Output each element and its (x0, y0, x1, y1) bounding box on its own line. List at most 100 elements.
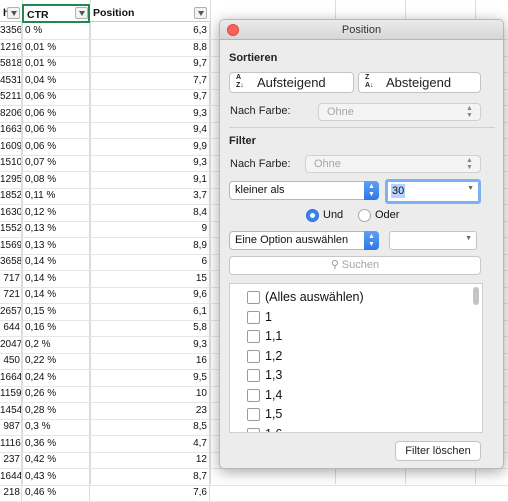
cell-position[interactable]: 9,3 (90, 155, 210, 171)
cell-position[interactable]: 9,9 (90, 138, 210, 155)
cell-a[interactable]: 1116 (0, 435, 22, 452)
list-item[interactable]: 1,5 (230, 404, 470, 424)
column-header-ctr[interactable]: CTR (22, 4, 90, 23)
cell-a[interactable]: 1552 (0, 221, 22, 237)
cell-ctr[interactable]: 0,14 % (22, 287, 90, 303)
sort-ascending-button[interactable]: A Z↓ Aufsteigend (229, 72, 354, 93)
cell-a[interactable]: 1510 (0, 155, 22, 171)
cell-ctr[interactable]: 0,06 % (22, 105, 90, 122)
cell-ctr[interactable]: 0,16 % (22, 320, 90, 336)
cell-ctr[interactable]: 0 % (22, 23, 90, 39)
cell-a[interactable]: 1609 (0, 138, 22, 155)
search-field[interactable]: ⚲ Suchen (229, 256, 481, 275)
cell-a[interactable]: 218 (0, 485, 22, 501)
cell-a[interactable]: 721 (0, 287, 22, 303)
list-scrollbar[interactable] (473, 287, 479, 305)
cell-position[interactable]: 9,5 (90, 369, 210, 386)
condition-value-input[interactable]: 30 (391, 184, 406, 198)
cell-position[interactable]: 9,1 (90, 171, 210, 188)
cell-position[interactable]: 4,7 (90, 435, 210, 452)
condition-select[interactable]: kleiner als ▲ ▼ (229, 181, 379, 200)
cell-ctr[interactable]: 0,24 % (22, 369, 90, 386)
cell-a[interactable]: 1454 (0, 402, 22, 419)
filter-color-select[interactable]: Ohne ▲ ▼ (305, 155, 481, 173)
cell-a[interactable]: 2047 (0, 336, 22, 353)
cell-ctr[interactable]: 0,42 % (22, 452, 90, 468)
cell-position[interactable]: 6 (90, 254, 210, 270)
cell-position[interactable]: 9,6 (90, 287, 210, 303)
cell-ctr[interactable]: 0,12 % (22, 204, 90, 221)
cell-ctr[interactable]: 0,15 % (22, 303, 90, 320)
cell-position[interactable]: 8,4 (90, 204, 210, 221)
chevron-down-icon[interactable]: ▼ (465, 235, 472, 242)
condition2-select[interactable]: Eine Option auswählen ▲ ▼ (229, 231, 379, 250)
column-header-a[interactable]: h (0, 4, 22, 22)
cell-a[interactable]: 3658 (0, 254, 22, 270)
cell-position[interactable]: 8,5 (90, 419, 210, 435)
cell-a[interactable]: 237 (0, 452, 22, 468)
cell-ctr[interactable]: 0,46 % (22, 485, 90, 501)
cell-ctr[interactable]: 0,06 % (22, 89, 90, 105)
cell-ctr[interactable]: 0,01 % (22, 39, 90, 56)
checkbox[interactable] (247, 369, 260, 382)
chevron-down-icon[interactable]: ▼ (467, 185, 474, 192)
cell-position[interactable]: 12 (90, 452, 210, 468)
cell-position[interactable]: 10 (90, 386, 210, 402)
cell-position[interactable]: 7,7 (90, 72, 210, 89)
filter-dropdown-ctr-icon[interactable] (75, 7, 88, 19)
and-radio[interactable] (306, 209, 319, 222)
cell-position[interactable]: 6,3 (90, 23, 210, 39)
cell-position[interactable]: 6,1 (90, 303, 210, 320)
list-item[interactable]: 1 (230, 307, 470, 327)
cell-a[interactable]: 644 (0, 320, 22, 336)
list-item[interactable]: 1,3 (230, 365, 470, 385)
cell-position[interactable]: 3,7 (90, 188, 210, 204)
cell-ctr[interactable]: 0,36 % (22, 435, 90, 452)
cell-ctr[interactable]: 0,22 % (22, 353, 90, 369)
cell-position[interactable]: 9,3 (90, 105, 210, 122)
checkbox[interactable] (247, 291, 260, 304)
cell-ctr[interactable]: 0,13 % (22, 237, 90, 254)
checkbox[interactable] (247, 408, 260, 421)
filter-active-position-icon[interactable] (194, 7, 207, 19)
cell-ctr[interactable]: 0,3 % (22, 419, 90, 435)
cell-ctr[interactable]: 0,13 % (22, 221, 90, 237)
list-item[interactable]: (Alles auswählen) (230, 287, 470, 307)
cell-position[interactable]: 9,4 (90, 122, 210, 138)
cell-ctr[interactable]: 0,01 % (22, 56, 90, 72)
cell-position[interactable]: 9,7 (90, 56, 210, 72)
cell-a[interactable]: 1630 (0, 204, 22, 221)
table-row[interactable]: 1644 0,43 % 8,7 (0, 468, 508, 486)
cell-ctr[interactable]: 0,07 % (22, 155, 90, 171)
cell-a[interactable]: 1216 (0, 39, 22, 56)
checkbox[interactable] (247, 427, 260, 432)
checkbox[interactable] (247, 349, 260, 363)
cell-ctr[interactable]: 0,43 % (22, 468, 90, 485)
cell-a[interactable]: 717 (0, 270, 22, 287)
cell-position[interactable]: 9,7 (90, 89, 210, 105)
cell-ctr[interactable]: 0,2 % (22, 336, 90, 353)
cell-a[interactable]: 1159 (0, 386, 22, 402)
list-item[interactable]: 1,2 (230, 346, 470, 366)
cell-ctr[interactable]: 0,14 % (22, 254, 90, 270)
cell-a[interactable]: 1295 (0, 171, 22, 188)
filter-values-list[interactable]: (Alles auswählen) 1 1,1 1,2 1,3 1,4 1,5 1,6 (229, 283, 483, 433)
cell-a[interactable]: 8206 (0, 105, 22, 122)
cell-ctr[interactable]: 0,14 % (22, 270, 90, 287)
table-row[interactable]: 218 0,46 % 7,6 (0, 485, 508, 502)
cell-a[interactable]: 5211 (0, 89, 22, 105)
or-radio[interactable] (358, 209, 371, 222)
cell-position[interactable]: 9 (90, 221, 210, 237)
cell-a[interactable]: 2657 (0, 303, 22, 320)
cell-ctr[interactable]: 0,08 % (22, 171, 90, 188)
close-icon[interactable] (227, 24, 239, 36)
cell-position[interactable]: 8,9 (90, 237, 210, 254)
condition-value-combo[interactable]: 30 ▼ (385, 179, 481, 204)
cell-a[interactable]: 450 (0, 353, 22, 369)
cell-a[interactable]: 1644 (0, 468, 22, 485)
cell-ctr[interactable]: 0,26 % (22, 386, 90, 402)
cell-ctr[interactable]: 0,11 % (22, 188, 90, 204)
cell-position[interactable]: 16 (90, 353, 210, 369)
cell-position[interactable]: 23 (90, 402, 210, 419)
cell-position[interactable]: 7,6 (90, 485, 210, 501)
